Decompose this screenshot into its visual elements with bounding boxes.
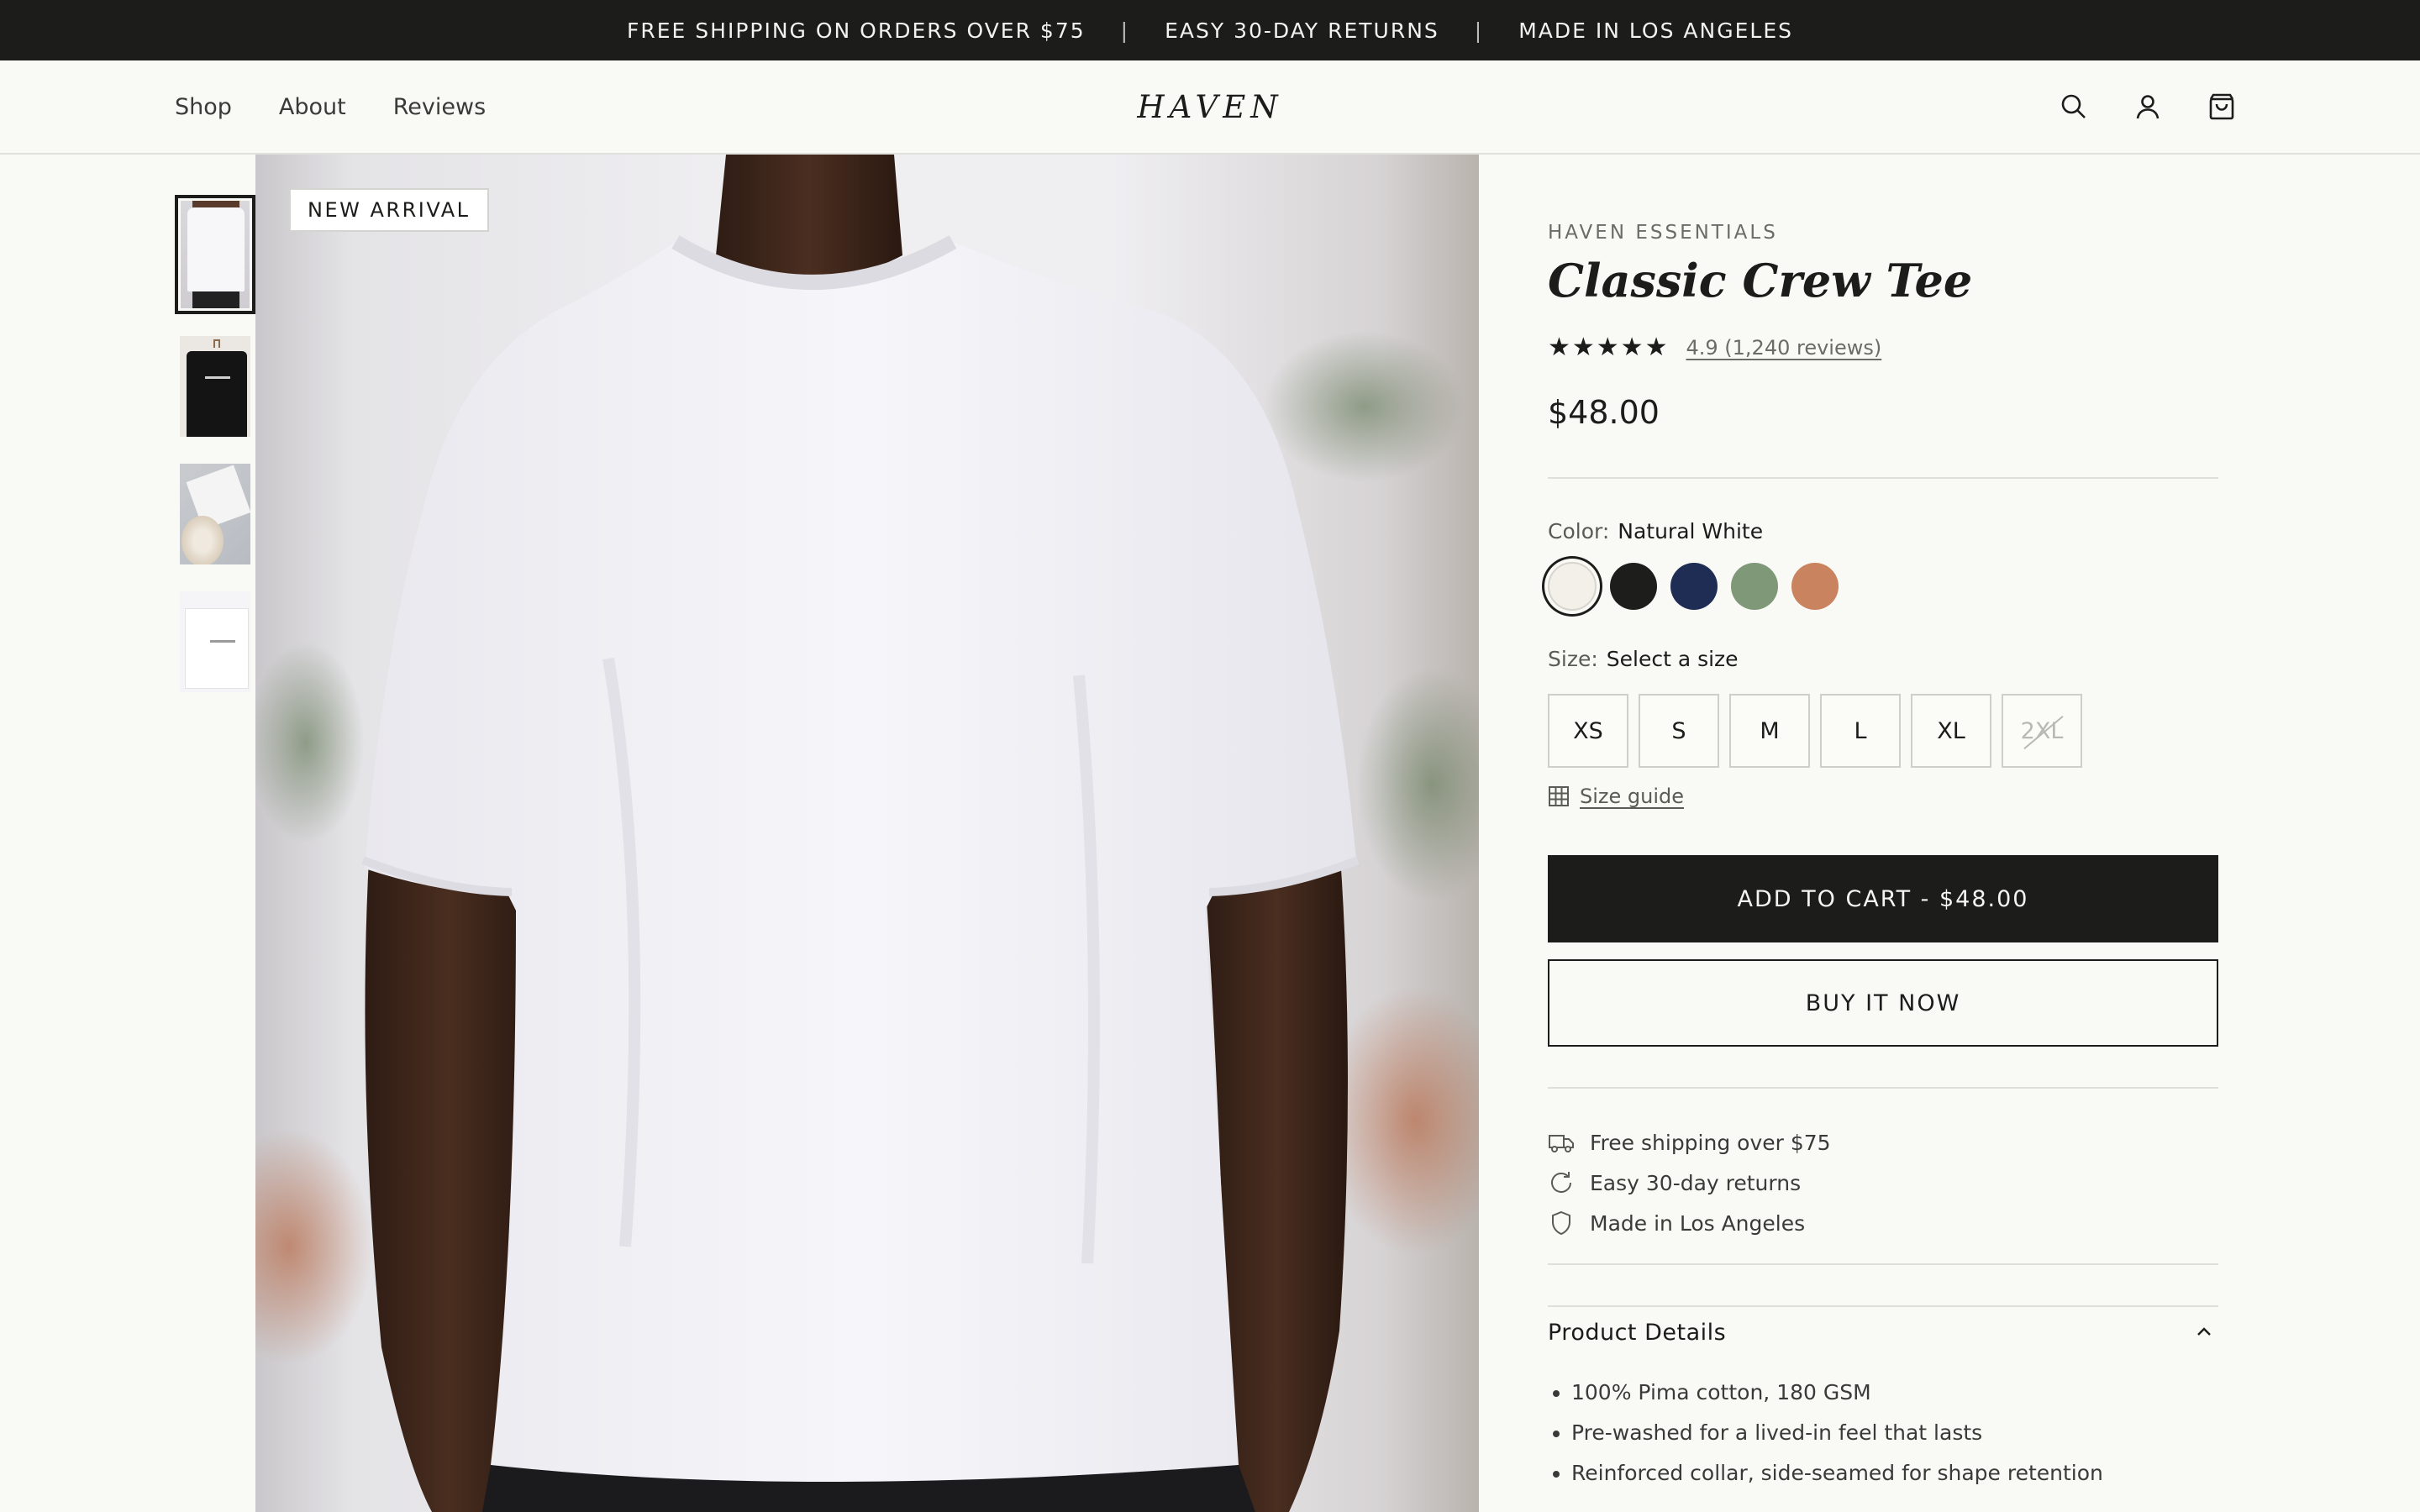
product-rating: ★★★★★ 4.9 (1,240 reviews) <box>1548 333 1881 362</box>
thumbnail-white-tee-model[interactable] <box>175 195 255 314</box>
refresh-icon <box>1548 1169 1575 1196</box>
header-actions <box>2059 60 2237 153</box>
size-xs[interactable]: XS <box>1548 694 1628 768</box>
color-label: Color: Natural White <box>1548 519 1763 543</box>
size-2xl-sold-out: 2XL <box>2002 694 2082 768</box>
size-label: Size: Select a size <box>1548 647 1739 671</box>
perk-made-in: Made in Los Angeles <box>1548 1203 1831 1243</box>
swatch-natural-white[interactable] <box>1548 562 1597 611</box>
reviews-link[interactable]: 4.9 (1,240 reviews) <box>1686 336 1881 360</box>
detail-item: Pre-washed for a lived-in feel that last… <box>1571 1413 2103 1453</box>
divider <box>1548 1087 2218 1089</box>
perk-made-in-text: Made in Los Angeles <box>1590 1210 1806 1236</box>
product-brand: HAVEN ESSENTIALS <box>1548 222 1778 244</box>
color-swatches <box>1548 562 1839 611</box>
nav-shop[interactable]: Shop <box>175 94 232 120</box>
swatch-navy[interactable] <box>1670 563 1718 610</box>
thumbnail-black-tee-hanger[interactable] <box>175 331 255 442</box>
model-wearing-tee-illustration <box>255 155 1479 1512</box>
ruler-grid-icon <box>1548 785 1570 807</box>
size-guide-label: Size guide <box>1580 785 1685 808</box>
announcement-made-in: MADE IN LOS ANGELES <box>1518 18 1793 43</box>
site-header: Shop About Reviews HAVEN <box>0 60 2420 155</box>
buy-it-now-button[interactable]: BUY IT NOW <box>1548 959 2218 1047</box>
cart-icon[interactable] <box>2207 92 2237 122</box>
selected-size-text: Select a size <box>1606 647 1739 671</box>
account-icon[interactable] <box>2133 92 2163 122</box>
announcement-separator: | <box>1120 18 1130 43</box>
shield-icon <box>1548 1210 1575 1236</box>
selected-color-name: Natural White <box>1618 519 1764 543</box>
perk-returns: Easy 30-day returns <box>1548 1163 1831 1203</box>
detail-item: Reinforced collar, side-seamed for shape… <box>1571 1453 2103 1494</box>
product-details-heading: Product Details <box>1548 1319 1727 1346</box>
color-label-text: Color: <box>1548 519 1610 543</box>
product-price: $48.00 <box>1548 394 1660 431</box>
product-details-list: 100% Pima cotton, 180 GSM Pre-washed for… <box>1571 1373 2103 1494</box>
product-hero-image: NEW ARRIVAL <box>255 155 1479 1512</box>
swatch-terracotta[interactable] <box>1791 563 1839 610</box>
perks-list: Free shipping over $75 Easy 30-day retur… <box>1548 1122 1831 1243</box>
size-l[interactable]: L <box>1820 694 1901 768</box>
detail-item: 100% Pima cotton, 180 GSM <box>1571 1373 2103 1413</box>
thumbnail-folded-tee-packaging[interactable] <box>175 459 255 570</box>
swatch-black[interactable] <box>1610 563 1657 610</box>
thumbnail-list <box>175 195 255 714</box>
size-m[interactable]: M <box>1729 694 1810 768</box>
new-arrival-badge: NEW ARRIVAL <box>289 188 489 232</box>
announcement-separator: | <box>1474 18 1484 43</box>
search-icon[interactable] <box>2059 92 2089 122</box>
perk-shipping-text: Free shipping over $75 <box>1590 1130 1831 1155</box>
divider <box>1548 477 2218 479</box>
rating-stars: ★★★★★ <box>1548 333 1670 362</box>
perk-shipping: Free shipping over $75 <box>1548 1122 1831 1163</box>
truck-icon <box>1548 1129 1575 1156</box>
divider <box>1548 1263 2218 1265</box>
size-s[interactable]: S <box>1639 694 1719 768</box>
size-options: XS S M L XL 2XL <box>1548 694 2082 768</box>
product-title: Classic Crew Tee <box>1548 254 1973 307</box>
main-nav: Shop About Reviews <box>175 60 486 153</box>
chevron-up-icon <box>2195 1323 2213 1341</box>
size-label-text: Size: <box>1548 647 1598 671</box>
size-xl[interactable]: XL <box>1911 694 1991 768</box>
add-to-cart-button[interactable]: ADD TO CART - $48.00 <box>1548 855 2218 942</box>
announcement-returns: EASY 30-DAY RETURNS <box>1165 18 1439 43</box>
product-details-accordion-header[interactable]: Product Details <box>1548 1307 2218 1357</box>
announcement-bar: FREE SHIPPING ON ORDERS OVER $75 | EASY … <box>0 0 2420 60</box>
nav-about[interactable]: About <box>279 94 346 120</box>
swatch-sage[interactable] <box>1731 563 1778 610</box>
nav-reviews[interactable]: Reviews <box>393 94 486 120</box>
size-guide-link[interactable]: Size guide <box>1548 785 1684 808</box>
perk-returns-text: Easy 30-day returns <box>1590 1170 1802 1195</box>
thumbnail-folded-white-tee[interactable] <box>175 586 255 697</box>
announcement-shipping: FREE SHIPPING ON ORDERS OVER $75 <box>626 18 1086 43</box>
